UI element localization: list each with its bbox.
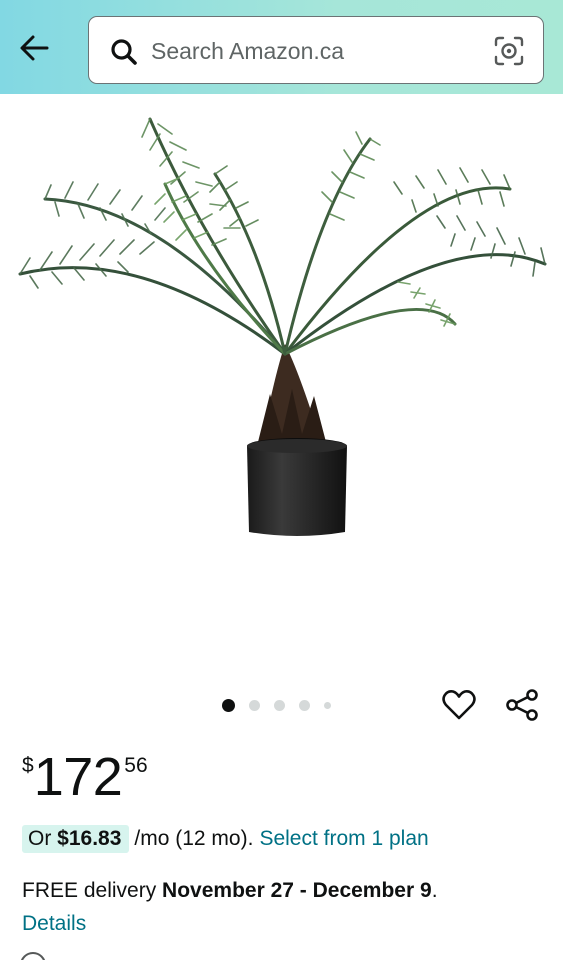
delivery-info: FREE delivery November 27 - December 9. …: [22, 874, 542, 940]
delivery-details-link[interactable]: Details: [22, 907, 542, 940]
camera-search-button[interactable]: [493, 35, 525, 67]
potted-palm-plant-image: [18, 117, 547, 536]
price-whole: 172: [33, 747, 123, 807]
financing-term: /mo (12 mo).: [134, 827, 254, 850]
carousel-dot[interactable]: [324, 702, 331, 709]
financing-badge: Or $16.83: [22, 825, 130, 853]
top-bar: [0, 0, 563, 94]
share-icon: [506, 689, 538, 721]
search-bar[interactable]: [88, 16, 544, 84]
share-button[interactable]: [504, 688, 540, 722]
carousel-dot[interactable]: [249, 699, 260, 711]
price-currency-symbol: $: [22, 754, 34, 777]
delivery-period: .: [431, 879, 438, 902]
delivery-dates: November 27 - December 9: [162, 879, 432, 902]
financing-amount: $16.83: [57, 827, 122, 850]
product-image[interactable]: [0, 94, 563, 674]
carousel-dot[interactable]: [274, 699, 285, 711]
delivery-prefix: FREE delivery: [22, 879, 163, 902]
carousel-dot[interactable]: [299, 699, 310, 711]
location-icon: [20, 952, 46, 960]
product-price: $ 172 56: [22, 748, 148, 808]
camera-lens-icon: [494, 36, 524, 66]
financing-prefix: Or: [28, 827, 58, 850]
heart-icon: [442, 690, 476, 720]
carousel-dot-active[interactable]: [222, 698, 235, 712]
image-carousel-indicator: [222, 697, 345, 713]
price-fraction: 56: [124, 754, 148, 777]
back-button[interactable]: [14, 28, 54, 68]
monthly-financing: Or $16.83 /mo (12 mo). Select from 1 pla…: [22, 824, 429, 854]
select-plan-link[interactable]: Select from 1 plan: [259, 827, 428, 851]
arrow-left-icon: [20, 35, 49, 61]
add-to-wishlist-button[interactable]: [441, 688, 477, 722]
search-icon: [111, 39, 137, 65]
search-input[interactable]: [151, 33, 471, 69]
